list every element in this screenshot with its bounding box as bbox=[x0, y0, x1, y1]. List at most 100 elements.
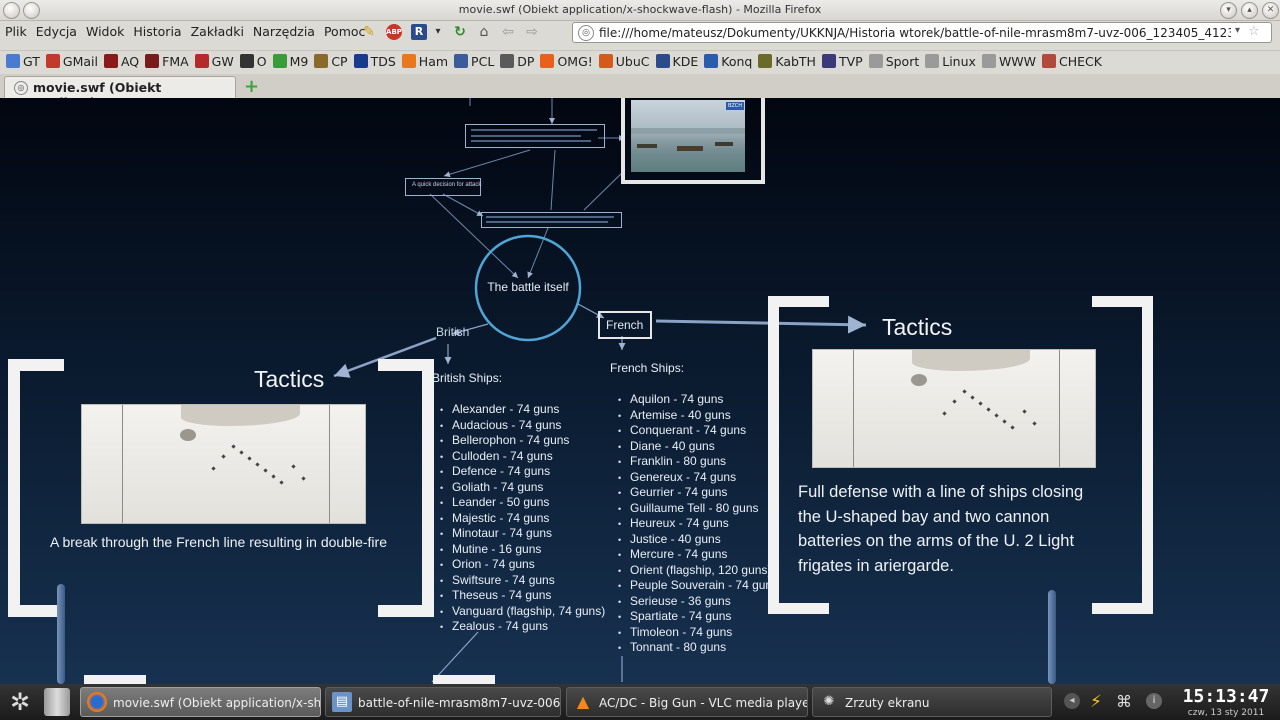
bookmark-sport[interactable]: Sport bbox=[868, 54, 919, 69]
british-ship-item: Theseus - 74 guns bbox=[440, 588, 605, 604]
firefox-icon bbox=[87, 692, 107, 712]
menu-edycja[interactable]: Edycja bbox=[31, 21, 81, 39]
menu-zakladki[interactable]: Zakładki bbox=[186, 21, 248, 39]
menu-widok[interactable]: Widok bbox=[81, 21, 128, 39]
bookmark-kabth[interactable]: KabTH bbox=[758, 54, 816, 69]
french-ship-item: Franklin - 80 guns bbox=[618, 454, 778, 470]
blogger-icon bbox=[401, 54, 416, 68]
network-icon[interactable]: ⌘ bbox=[1116, 692, 1132, 711]
bookmark-dp[interactable]: DP bbox=[500, 54, 534, 69]
bookmark-label: AQ bbox=[120, 54, 140, 69]
bookmark-label: M9 bbox=[289, 54, 309, 69]
french-ship-item: Justice - 40 guns bbox=[618, 532, 778, 548]
task-file-manager[interactable]: ▤ battle-of-nile-mrasm8m7-uvz-006 bbox=[325, 687, 561, 717]
task-firefox[interactable]: movie.swf (Obiekt application/x-sh bbox=[80, 687, 321, 717]
bookmark-fma[interactable]: FMA bbox=[145, 54, 189, 69]
menu-historia[interactable]: Historia bbox=[128, 21, 185, 39]
british-ships-list: Alexander - 74 gunsAudacious - 74 gunsBe… bbox=[440, 402, 605, 635]
clock[interactable]: 15:13:47 bbox=[1176, 686, 1276, 707]
british-ship-item: Zealous - 74 guns bbox=[440, 619, 605, 635]
french-ship-item: Heureux - 74 guns bbox=[618, 516, 778, 532]
ubuc-icon bbox=[598, 54, 613, 68]
home-icon[interactable]: ⌂ bbox=[476, 24, 492, 40]
bookmark-konq[interactable]: Konq bbox=[704, 54, 752, 69]
french-ship-item: Aquilon - 74 guns bbox=[618, 392, 778, 408]
page-info-icon[interactable]: ◎ bbox=[578, 25, 594, 41]
bookmark-star-icon[interactable]: ☆ bbox=[1248, 24, 1260, 39]
tray-arrow-icon[interactable]: ◂ bbox=[1064, 693, 1080, 709]
bookmark-linux[interactable]: Linux bbox=[925, 54, 976, 69]
bookmark-ham[interactable]: Ham bbox=[401, 54, 449, 69]
date: czw, 13 sty 2011 bbox=[1187, 708, 1265, 718]
kde-menu-icon[interactable]: ✲ bbox=[6, 688, 34, 716]
cp-icon bbox=[314, 54, 329, 68]
trash-icon[interactable] bbox=[44, 688, 70, 716]
french-ship-item: Peuple Souverain - 74 guns bbox=[618, 578, 778, 594]
flash-content[interactable]: A quick decision for attack BZCH The bat… bbox=[0, 98, 1280, 684]
french-tactics-title: Tactics bbox=[882, 314, 953, 340]
bookmark-aq[interactable]: AQ bbox=[103, 54, 140, 69]
french-ship-item: Tonnant - 80 guns bbox=[618, 640, 778, 656]
url-text[interactable]: file:///home/mateusz/Dokumenty/UKKNJA/Hi… bbox=[599, 26, 1231, 40]
bookmark-cp[interactable]: CP bbox=[314, 54, 348, 69]
french-tactics-map bbox=[812, 349, 1096, 468]
bookmark-gmail[interactable]: GMail bbox=[45, 54, 98, 69]
task-vlc[interactable]: ▲ AC/DC - Big Gun - VLC media player bbox=[566, 687, 808, 717]
adblock-icon[interactable]: ABP bbox=[386, 24, 402, 40]
new-tab-button[interactable]: + bbox=[244, 76, 259, 97]
bookmark-gw[interactable]: GW bbox=[194, 54, 234, 69]
bookmark-check[interactable]: CHECK bbox=[1042, 54, 1102, 69]
address-bar[interactable]: ◎ file:///home/mateusz/Dokumenty/UKKNJA/… bbox=[572, 22, 1272, 43]
bookmark-tvp[interactable]: TVP bbox=[821, 54, 863, 69]
french-ship-item: Guillaume Tell - 80 guns bbox=[618, 501, 778, 517]
dropdown-arrow-icon[interactable]: ▾ bbox=[430, 24, 446, 40]
french-ship-item: Spartiate - 74 guns bbox=[618, 609, 778, 625]
lower-left-bracket bbox=[84, 675, 146, 684]
british-ship-item: Majestic - 74 guns bbox=[440, 511, 605, 527]
bookmark-o[interactable]: O bbox=[239, 54, 267, 69]
british-label: British bbox=[436, 325, 470, 339]
british-ship-item: Vanguard (flagship, 74 guns) bbox=[440, 604, 605, 620]
reload-icon[interactable]: ↻ bbox=[452, 24, 468, 40]
task-screenshots[interactable]: ✺ Zrzuty ekranu bbox=[812, 687, 1052, 717]
bookmark-ubuc[interactable]: UbuC bbox=[598, 54, 650, 69]
bookmark-www[interactable]: WWW bbox=[981, 54, 1036, 69]
tab-page-icon: ◎ bbox=[14, 81, 28, 95]
maximize-button[interactable]: ▴ bbox=[1241, 2, 1258, 19]
british-tactics-caption: A break through the French line resultin… bbox=[50, 534, 387, 550]
tab-movie-swf[interactable]: ◎ movie.swf (Obiekt application/... bbox=[4, 76, 236, 110]
bookmark-pcl[interactable]: PCL bbox=[454, 54, 494, 69]
info-icon[interactable]: i bbox=[1146, 693, 1162, 709]
r-extension-icon[interactable]: R bbox=[411, 24, 427, 40]
task-label: Zrzuty ekranu bbox=[845, 696, 930, 710]
taskbar: ✲ movie.swf (Obiekt application/x-sh ▤ b… bbox=[0, 684, 1280, 720]
close-button[interactable]: ✕ bbox=[1262, 2, 1279, 19]
center-label: The battle itself bbox=[487, 280, 569, 294]
bookmark-label: TVP bbox=[838, 54, 863, 69]
o-icon bbox=[239, 54, 254, 68]
back-icon[interactable]: ⇦ bbox=[500, 24, 516, 40]
minimize-button[interactable]: ▾ bbox=[1220, 2, 1237, 19]
pencil-icon[interactable]: ✎ bbox=[361, 24, 377, 40]
british-ship-item: Leander - 50 guns bbox=[440, 495, 605, 511]
window-title-bar[interactable]: movie.swf (Obiekt application/x-shockwav… bbox=[0, 0, 1280, 21]
british-ship-item: Defence - 74 guns bbox=[440, 464, 605, 480]
british-ship-item: Culloden - 74 guns bbox=[440, 449, 605, 465]
bookmark-label: Ham bbox=[418, 54, 449, 69]
bookmark-m9[interactable]: M9 bbox=[272, 54, 309, 69]
french-ship-item: Timoleon - 74 guns bbox=[618, 625, 778, 641]
menu-plik[interactable]: Plik bbox=[0, 21, 31, 39]
british-ship-item: Bellerophon - 74 guns bbox=[440, 433, 605, 449]
power-icon[interactable]: ⚡ bbox=[1090, 692, 1102, 712]
bookmark-omg[interactable]: OMG! bbox=[540, 54, 593, 69]
mid-box-bracket-left bbox=[481, 212, 618, 228]
url-dropdown-icon[interactable]: ▾ bbox=[1235, 25, 1240, 36]
bookmark-kde[interactable]: KDE bbox=[655, 54, 698, 69]
tvp-icon bbox=[821, 54, 836, 68]
bookmark-label: GMail bbox=[62, 54, 98, 69]
bookmark-tds[interactable]: TDS bbox=[353, 54, 396, 69]
menu-narzedzia[interactable]: Narzędzia bbox=[248, 21, 319, 39]
bookmark-label: GW bbox=[211, 54, 234, 69]
bookmark-gt[interactable]: GT bbox=[6, 54, 40, 69]
forward-icon[interactable]: ⇨ bbox=[524, 24, 540, 40]
